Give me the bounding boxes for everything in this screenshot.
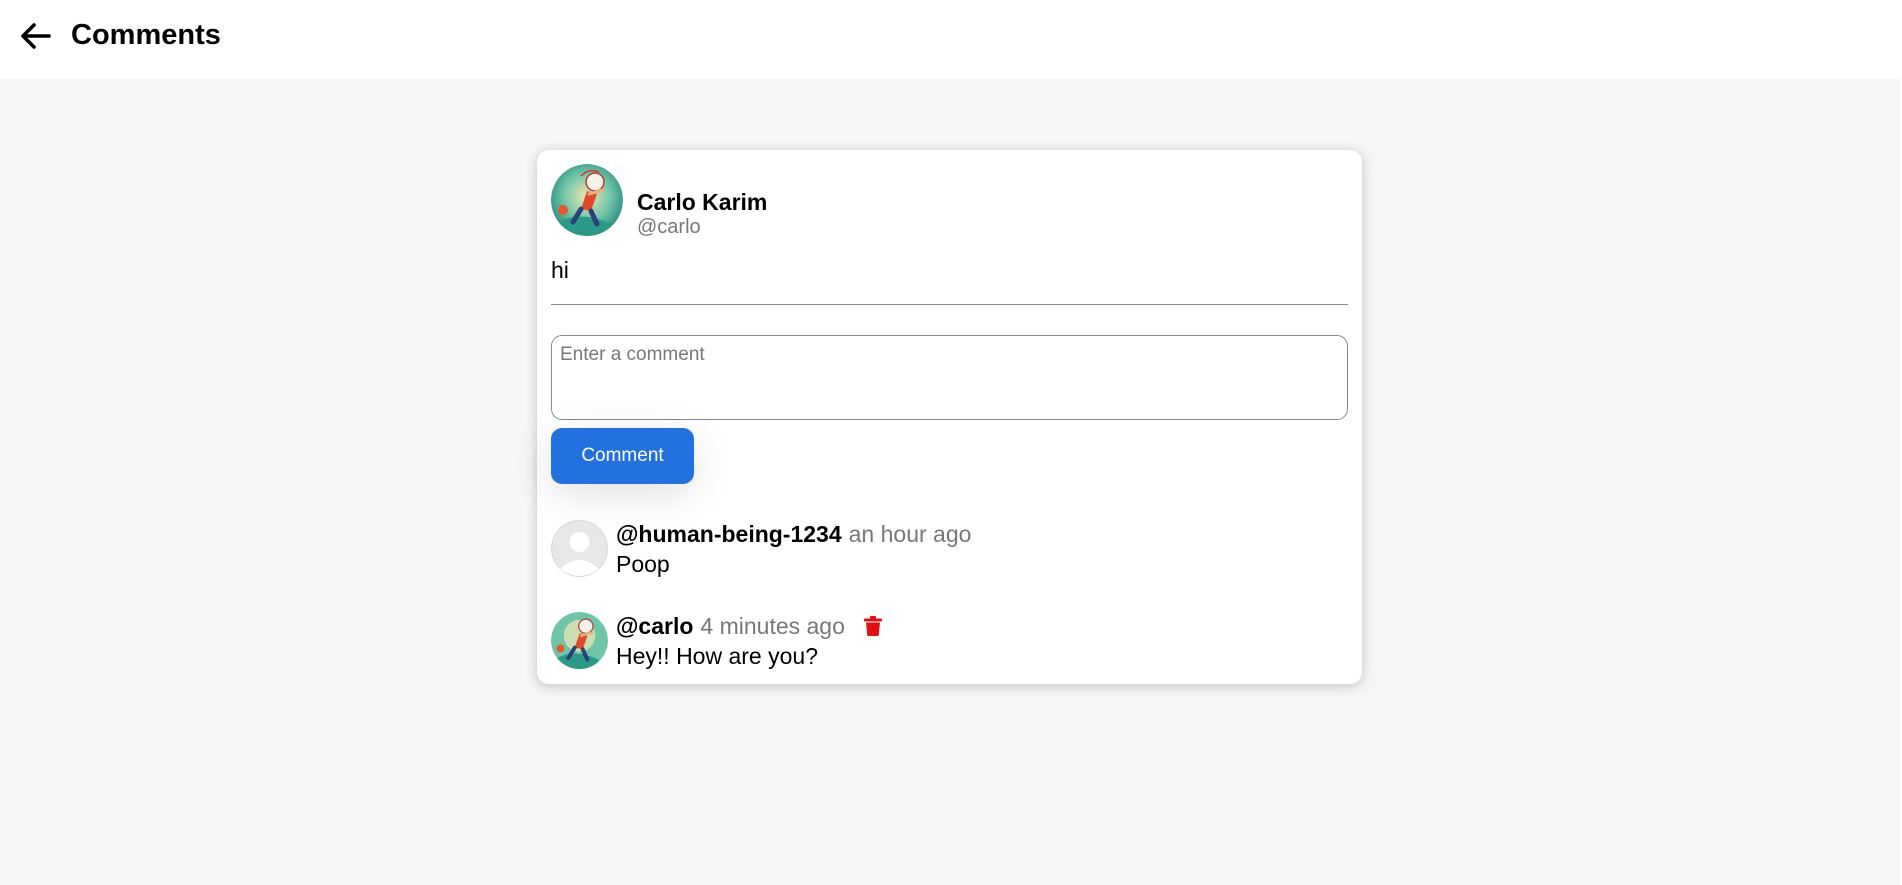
author-handle[interactable]: @carlo <box>637 215 701 239</box>
arrow-left-icon <box>21 23 51 49</box>
comment-time: 4 minutes ago <box>700 613 845 639</box>
comment-meta: @human-being-1234 an hour ago <box>616 520 971 548</box>
commenter-avatar[interactable] <box>551 612 608 669</box>
author-name[interactable]: Carlo Karim <box>637 189 767 215</box>
comment-item: @carlo 4 minutes ago Hey!! How are you? <box>551 612 1348 670</box>
comment-handle[interactable]: @carlo <box>616 612 693 640</box>
trash-icon <box>863 616 882 636</box>
post-body: hi <box>551 257 569 283</box>
divider <box>551 304 1348 305</box>
illustrated-avatar-icon <box>551 164 623 236</box>
comment-item: @human-being-1234 an hour ago Poop <box>551 520 1348 578</box>
comment-handle[interactable]: @human-being-1234 <box>616 520 842 548</box>
delete-comment-button[interactable] <box>863 615 883 637</box>
comment-meta: @carlo 4 minutes ago <box>616 612 883 640</box>
illustrated-avatar-icon <box>551 612 608 669</box>
back-button[interactable] <box>17 20 53 52</box>
app-header: Comments <box>0 0 1900 79</box>
post-card: Carlo Karim @carlo hi Comment @human-bei… <box>537 150 1362 684</box>
comment-text: Hey!! How are you? <box>616 643 818 669</box>
commenter-avatar[interactable] <box>551 520 608 577</box>
comment-time: an hour ago <box>848 521 972 547</box>
author-avatar[interactable] <box>551 164 623 236</box>
default-user-icon <box>551 520 608 577</box>
comment-input[interactable] <box>551 335 1348 420</box>
comment-button[interactable]: Comment <box>551 428 694 484</box>
page-title: Comments <box>71 19 221 51</box>
comment-text: Poop <box>616 551 670 577</box>
